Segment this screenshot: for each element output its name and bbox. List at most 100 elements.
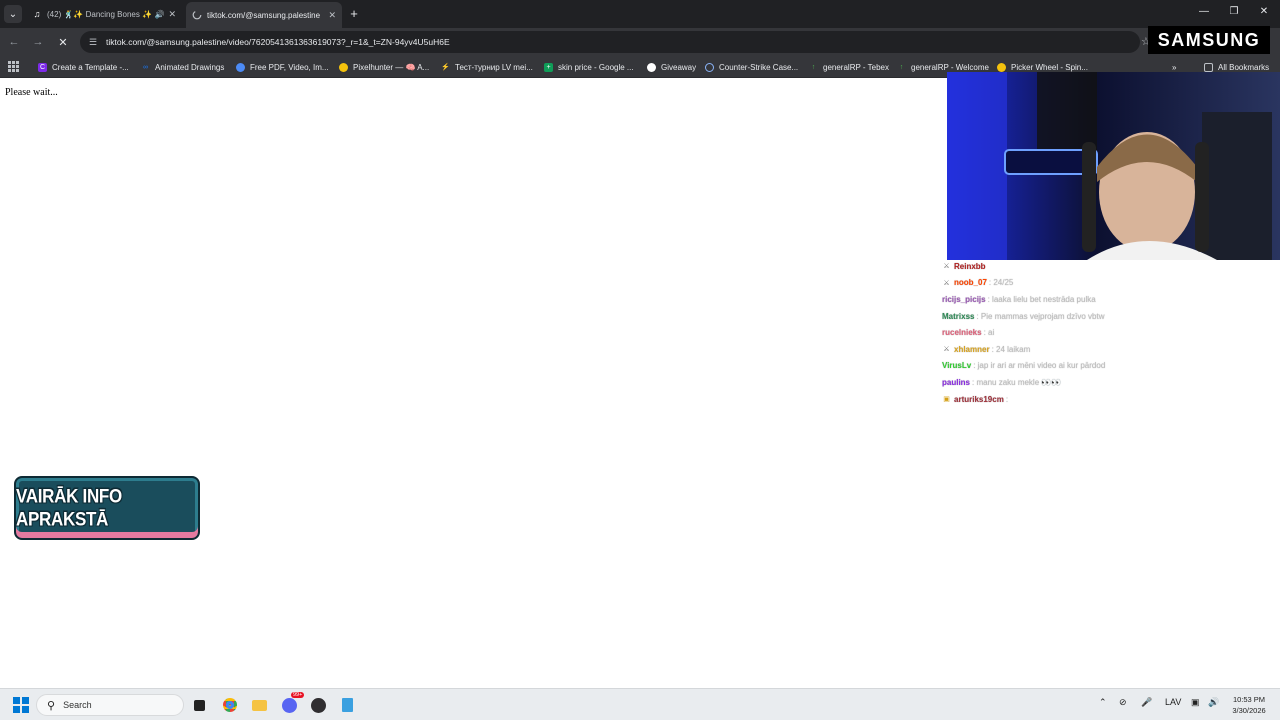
bookmark-animated-drawings[interactable]: ∞ Animated Drawings bbox=[141, 61, 224, 73]
stream-chat: ⚔ Reinxbb ⚔ noob_07 : 24/25 ricijs_picij… bbox=[942, 258, 1280, 408]
bookmark-giveaway[interactable]: Giveaway bbox=[647, 61, 696, 73]
close-window-icon[interactable]: ✕ bbox=[1254, 6, 1274, 17]
globe-icon bbox=[705, 62, 714, 72]
bookmark-label: Picker Wheel - Spin... bbox=[1011, 62, 1088, 72]
chat-text: : 24 laikam bbox=[991, 344, 1031, 354]
forward-icon[interactable]: → bbox=[30, 34, 46, 50]
box-icon: ▣ bbox=[943, 396, 950, 404]
new-tab-button[interactable]: + bbox=[346, 5, 362, 21]
bookmark-label: skin price - Google ... bbox=[558, 62, 634, 72]
speaker-icon[interactable]: 🔊 bbox=[154, 10, 164, 19]
info-banner-text: VAIRĀK INFO APRAKSTĀ bbox=[16, 485, 122, 530]
tiktok-icon: ♫ bbox=[33, 9, 41, 19]
obs-icon[interactable] bbox=[309, 696, 327, 714]
bookmark-pixelhunter[interactable]: Pixelhunter — 🧠 A... bbox=[339, 61, 429, 73]
chat-message: paulins : manu zaku mekle 👀👀 bbox=[942, 374, 1280, 391]
tab-dancing-bones[interactable]: ♫ (42) 🕺✨ Dancing Bones ✨🕺 🔊 ✕ bbox=[26, 2, 182, 26]
windows-start-icon[interactable] bbox=[13, 697, 29, 713]
restore-icon[interactable]: ❐ bbox=[1224, 6, 1244, 17]
taskbar-search[interactable]: ⚲ Search bbox=[36, 694, 184, 716]
sword-icon: ⚔ bbox=[943, 279, 950, 287]
arrow-up-icon: ↑ bbox=[811, 63, 816, 71]
display-icon[interactable]: ▣ bbox=[1191, 697, 1200, 708]
loading-message: Please wait... bbox=[5, 87, 58, 98]
bookmark-skin-price[interactable]: + skin price - Google ... bbox=[544, 61, 634, 73]
sword-icon: ⚔ bbox=[943, 263, 950, 271]
chat-message: VirusLv : jap ir ari ar mēni video ai ku… bbox=[942, 358, 1280, 375]
search-placeholder: Search bbox=[63, 700, 92, 710]
bookmark-generalrp-tebex[interactable]: ↑ generalRP - Tebex bbox=[809, 61, 889, 73]
folder-icon bbox=[1204, 62, 1213, 72]
chat-message: Matrixss : Pie mammas vejprojam dzīvo vb… bbox=[942, 308, 1280, 325]
lightning-icon: ⚡ bbox=[441, 64, 450, 71]
chat-username: paulins bbox=[942, 377, 971, 387]
chat-text: : 24/25 bbox=[988, 278, 1014, 288]
task-view-icon[interactable] bbox=[190, 696, 208, 714]
chat-message: ricijs_picijs : laaka lielu bet nestrāda… bbox=[942, 291, 1280, 308]
minimize-icon[interactable]: — bbox=[1194, 6, 1214, 17]
chrome-icon[interactable] bbox=[221, 696, 239, 714]
bookmark-counter-strike[interactable]: Counter-Strike Case... bbox=[705, 61, 798, 73]
bookmark-label: Create a Template -... bbox=[52, 62, 129, 72]
chat-message: ⚔ Reinxbb bbox=[942, 258, 1280, 275]
chat-message: ⚔ xhlamner : 24 laikam bbox=[942, 341, 1280, 358]
bookmark-free-pdf[interactable]: Free PDF, Video, Im... bbox=[236, 61, 329, 73]
chat-message: rucelnieks : ai bbox=[942, 324, 1280, 341]
bulb-icon bbox=[339, 62, 348, 72]
bookmark-label: Free PDF, Video, Im... bbox=[250, 62, 329, 72]
chat-text: : manu zaku mekle 👀👀 bbox=[972, 377, 1062, 387]
arrow-up-icon: ↑ bbox=[899, 63, 904, 71]
discord-icon[interactable] bbox=[280, 696, 298, 714]
chat-username: Reinxbb bbox=[954, 261, 986, 271]
chat-username: arturiks19cm bbox=[954, 394, 1004, 404]
tray-overflow-icon[interactable]: ⌃ bbox=[1099, 697, 1107, 708]
address-bar[interactable]: ☰ tiktok.com/@samsung.palestine/video/76… bbox=[80, 31, 1140, 53]
language-indicator[interactable]: LAV bbox=[1165, 697, 1181, 707]
chat-username: Matrixss bbox=[942, 311, 975, 321]
site-info-icon[interactable]: ☰ bbox=[88, 37, 98, 47]
webcam-feed bbox=[947, 72, 1280, 260]
url-text: tiktok.com/@samsung.palestine/video/7620… bbox=[106, 37, 450, 47]
tab-title: tiktok.com/@samsung.palestine bbox=[207, 10, 321, 20]
system-clock[interactable]: 10:53 PM 3/30/2026 bbox=[1226, 694, 1272, 716]
chat-username: rucelnieks bbox=[942, 328, 982, 338]
chat-text: : jap ir ari ar mēni video ai kur pārdod bbox=[973, 361, 1106, 371]
globe-icon bbox=[236, 62, 245, 72]
sheets-icon: + bbox=[544, 62, 553, 72]
tab-title: (42) 🕺✨ Dancing Bones ✨🕺 bbox=[47, 9, 152, 19]
bookmark-label: generalRP - Welcome bbox=[911, 62, 989, 72]
close-tab-icon[interactable]: ✕ bbox=[168, 9, 176, 20]
screen: ⌄ ♫ (42) 🕺✨ Dancing Bones ✨🕺 🔊 ✕ tiktok.… bbox=[0, 0, 1280, 720]
bookmark-label: Тест-турнир LV mei... bbox=[455, 62, 533, 72]
bookmark-label: generalRP - Tebex bbox=[823, 62, 889, 72]
chat-username: VirusLv bbox=[942, 361, 972, 371]
tab-tiktok-samsung[interactable]: tiktok.com/@samsung.palestine ✕ bbox=[186, 2, 342, 28]
stop-loading-icon[interactable]: ✕ bbox=[55, 34, 71, 50]
tab-strip: ⌄ ♫ (42) 🕺✨ Dancing Bones ✨🕺 🔊 ✕ tiktok.… bbox=[0, 0, 1280, 28]
chat-text: : laaka lielu bet nestrāda pulka bbox=[987, 294, 1096, 304]
loading-spinner-icon bbox=[192, 10, 202, 20]
bookmark-label: Giveaway bbox=[661, 62, 697, 72]
back-icon[interactable]: ← bbox=[6, 34, 22, 50]
tab-search-icon[interactable]: ⌄ bbox=[4, 5, 22, 23]
network-icon[interactable]: ⊘ bbox=[1119, 697, 1127, 708]
sword-icon: ⚔ bbox=[943, 346, 950, 354]
chat-username: xhlamner bbox=[954, 344, 990, 354]
taskbar: ⚲ Search 99+ ⌃ ⊘ 🎤 LAV ▣ 🔊 10:53 PM 3/30… bbox=[0, 688, 1280, 720]
file-explorer-icon[interactable] bbox=[250, 696, 268, 714]
notepad-icon[interactable] bbox=[338, 696, 356, 714]
microphone-icon[interactable]: 🎤 bbox=[1141, 697, 1152, 708]
chat-text: : bbox=[1005, 394, 1009, 404]
info-banner: VAIRĀK INFO APRAKSTĀ bbox=[14, 476, 200, 540]
notification-badge: 99+ bbox=[291, 692, 305, 698]
bookmark-create-template[interactable]: C Create a Template -... bbox=[38, 61, 129, 73]
apps-grid-icon[interactable] bbox=[8, 61, 19, 72]
browser-toolbar: ← → ✕ ☰ tiktok.com/@samsung.palestine/vi… bbox=[0, 28, 1280, 56]
chat-text: : Pie mammas vejprojam dzīvo vbtw bbox=[976, 311, 1105, 321]
chat-text: : ai bbox=[983, 328, 995, 338]
bookmark-test-tournament[interactable]: ⚡ Тест-турнир LV mei... bbox=[441, 61, 533, 73]
search-icon: ⚲ bbox=[47, 699, 56, 712]
volume-icon[interactable]: 🔊 bbox=[1208, 697, 1219, 708]
bookmark-label: All Bookmarks bbox=[1218, 62, 1270, 72]
close-tab-icon[interactable]: ✕ bbox=[328, 10, 336, 21]
